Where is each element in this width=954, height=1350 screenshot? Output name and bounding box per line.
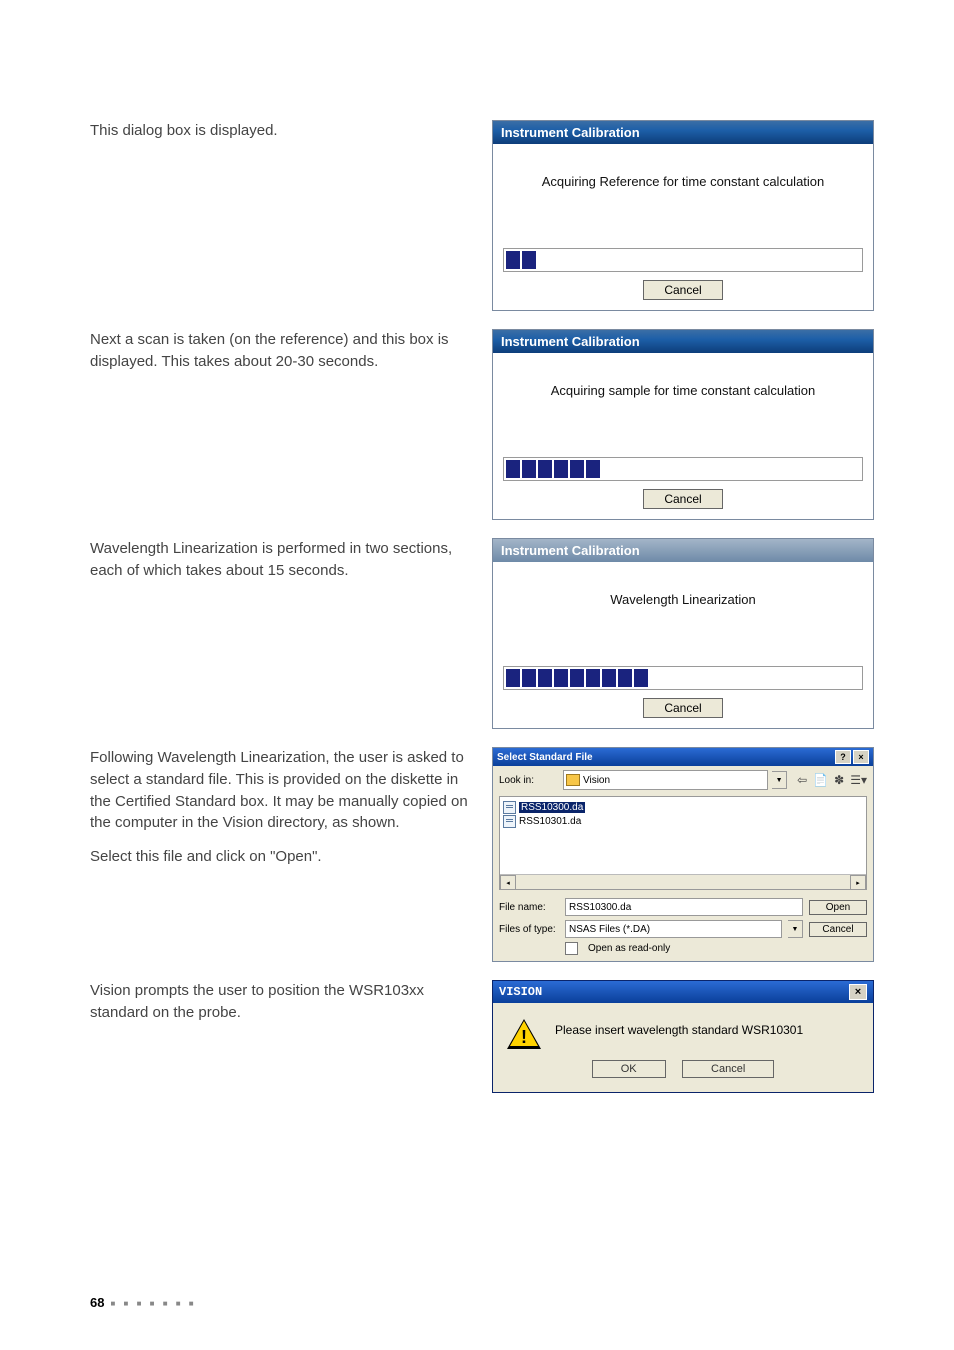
step-row-1: This dialog box is displayed. Instrument… bbox=[90, 120, 864, 311]
ok-button[interactable]: OK bbox=[592, 1060, 666, 1078]
up-folder-icon[interactable]: 📄 bbox=[813, 773, 828, 787]
dialog-titlebar: Instrument Calibration bbox=[493, 330, 873, 353]
dialog-message: Acquiring Reference for time constant ca… bbox=[503, 168, 863, 244]
cancel-button[interactable]: Cancel bbox=[809, 922, 867, 937]
filename-label: File name: bbox=[499, 902, 559, 913]
chevron-down-icon[interactable]: ▼ bbox=[772, 771, 787, 789]
close-icon[interactable]: × bbox=[849, 984, 867, 1000]
footer-dots: ■ ■ ■ ■ ■ ■ ■ bbox=[110, 1299, 196, 1308]
cancel-button[interactable]: Cancel bbox=[643, 489, 722, 509]
file-item[interactable]: RSS10300.da bbox=[503, 800, 863, 814]
step-row-3: Wavelength Linearization is performed in… bbox=[90, 538, 864, 729]
step-text-1: This dialog box is displayed. bbox=[90, 120, 470, 142]
lookin-select[interactable]: Vision bbox=[563, 770, 768, 790]
file-list[interactable]: RSS10300.da RSS10301.da ◂▸ bbox=[499, 796, 867, 890]
lookin-row: Look in: Vision ▼ ⇦ 📄 ✽ ☰▾ bbox=[493, 766, 873, 794]
help-icon[interactable]: ? bbox=[835, 750, 851, 764]
close-icon[interactable]: × bbox=[853, 750, 869, 764]
filetype-select[interactable]: NSAS Files (*.DA) bbox=[565, 920, 782, 938]
page-number: 68 bbox=[90, 1295, 104, 1310]
back-icon[interactable]: ⇦ bbox=[797, 773, 807, 787]
step-text-2: Next a scan is taken (on the reference) … bbox=[90, 329, 470, 373]
filename-input[interactable]: RSS10300.da bbox=[565, 898, 803, 916]
readonly-checkbox[interactable] bbox=[565, 942, 578, 955]
document-page: This dialog box is displayed. Instrument… bbox=[0, 0, 954, 1350]
dialog-message: Please insert wavelength standard WSR103… bbox=[555, 1019, 857, 1037]
step-row-5: Vision prompts the user to position the … bbox=[90, 980, 864, 1093]
file-icon bbox=[503, 815, 516, 828]
dialog-titlebar: Instrument Calibration bbox=[493, 539, 873, 562]
dialog-titlebar: Instrument Calibration bbox=[493, 121, 873, 144]
dialog-instrument-calibration-3: Instrument Calibration Wavelength Linear… bbox=[492, 538, 874, 729]
progress-bar bbox=[503, 457, 863, 481]
lookin-label: Look in: bbox=[499, 775, 559, 786]
dialog-title: Select Standard File bbox=[497, 752, 593, 763]
lookin-value: Vision bbox=[583, 775, 610, 786]
file-icon bbox=[503, 801, 516, 814]
new-folder-icon[interactable]: ✽ bbox=[834, 773, 844, 787]
open-button[interactable]: Open bbox=[809, 900, 867, 915]
dialog-title: VISION bbox=[499, 985, 542, 999]
cancel-button[interactable]: Cancel bbox=[643, 280, 722, 300]
scroll-right-icon[interactable]: ▸ bbox=[850, 875, 866, 890]
step-text-5: Vision prompts the user to position the … bbox=[90, 980, 470, 1024]
page-footer: 68 ■ ■ ■ ■ ■ ■ ■ bbox=[90, 1295, 197, 1310]
dialog-message: Acquiring sample for time constant calcu… bbox=[503, 377, 863, 453]
step-text-4: Following Wavelength Linearization, the … bbox=[90, 747, 470, 868]
step-row-2: Next a scan is taken (on the reference) … bbox=[90, 329, 864, 520]
file-name: RSS10300.da bbox=[519, 802, 585, 813]
views-icon[interactable]: ☰▾ bbox=[850, 773, 867, 787]
progress-bar bbox=[503, 248, 863, 272]
step-row-4: Following Wavelength Linearization, the … bbox=[90, 747, 864, 962]
progress-bar bbox=[503, 666, 863, 690]
readonly-label: Open as read-only bbox=[588, 943, 670, 954]
dialog-titlebar: VISION × bbox=[493, 981, 873, 1003]
file-name: RSS10301.da bbox=[519, 816, 581, 827]
dialog-instrument-calibration-2: Instrument Calibration Acquiring sample … bbox=[492, 329, 874, 520]
titlebar-controls: ? × bbox=[835, 750, 869, 764]
step-text-4b: Select this file and click on "Open". bbox=[90, 848, 322, 865]
cancel-button[interactable]: Cancel bbox=[682, 1060, 774, 1078]
dialog-message: Wavelength Linearization bbox=[503, 586, 863, 662]
file-nav-icons: ⇦ 📄 ✽ ☰▾ bbox=[797, 773, 867, 787]
cancel-button[interactable]: Cancel bbox=[643, 698, 722, 718]
horizontal-scrollbar[interactable]: ◂▸ bbox=[500, 874, 866, 889]
step-text-4a: Following Wavelength Linearization, the … bbox=[90, 749, 468, 831]
filetype-label: Files of type: bbox=[499, 924, 559, 935]
folder-icon bbox=[566, 774, 580, 786]
dialog-vision-prompt: VISION × ! Please insert wavelength stan… bbox=[492, 980, 874, 1093]
dialog-select-standard-file: Select Standard File ? × Look in: Vision… bbox=[492, 747, 874, 962]
warning-icon: ! bbox=[507, 1019, 541, 1049]
chevron-down-icon[interactable]: ▼ bbox=[788, 920, 803, 938]
scroll-left-icon[interactable]: ◂ bbox=[500, 875, 516, 890]
dialog-titlebar: Select Standard File ? × bbox=[493, 748, 873, 766]
dialog-instrument-calibration-1: Instrument Calibration Acquiring Referen… bbox=[492, 120, 874, 311]
file-item[interactable]: RSS10301.da bbox=[503, 814, 863, 828]
step-text-3: Wavelength Linearization is performed in… bbox=[90, 538, 470, 582]
